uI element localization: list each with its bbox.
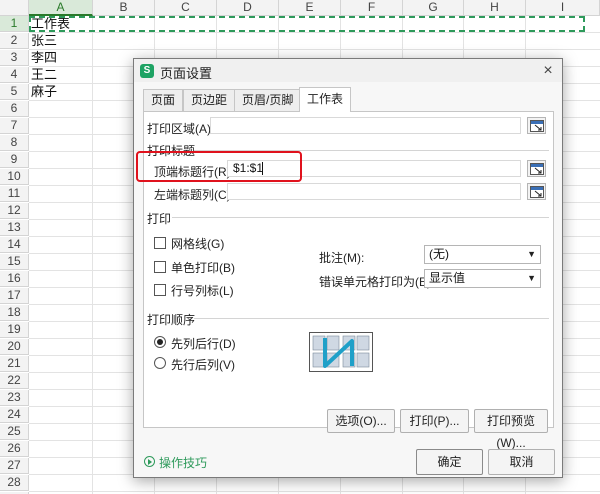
print-area-label: 打印区域(A): [147,122,215,136]
column-header-d[interactable]: D [217,0,279,16]
dialog-titlebar[interactable]: S 页面设置 × [134,59,562,82]
column-header-i[interactable]: I [526,0,600,16]
tab-header-footer[interactable]: 页眉/页脚 [234,89,302,111]
row-header-16[interactable]: 16 [0,271,29,287]
cell-errors-value: 显示值 [429,271,466,285]
title-rows-highlight [136,151,302,182]
gridlines-checkbox[interactable] [154,237,166,249]
top-rows-range-picker[interactable] [527,160,546,177]
print-area-range-picker[interactable] [527,117,546,134]
row-header-20[interactable]: 20 [0,339,29,355]
ok-button[interactable]: 确定 [416,449,483,475]
cell-a5[interactable]: 麻子 [31,84,57,100]
row-gridline [29,32,600,33]
dropdown-arrow-icon: ▼ [527,273,536,283]
range-picker-icon [530,120,544,132]
column-header-e[interactable]: E [279,0,341,16]
page-setup-dialog: S 页面设置 × 页面 页边距 页眉/页脚 工作表 打印区域(A): 打印标题 … [133,58,563,478]
play-circle-icon[interactable] [144,456,155,467]
column-header-b[interactable]: B [93,0,155,16]
left-cols-field[interactable] [227,183,521,200]
row-header-27[interactable]: 27 [0,458,29,474]
row-gridline [29,49,600,50]
cell-errors-label: 错误单元格打印为(E): [319,275,435,289]
comments-label: 批注(M): [319,251,365,265]
row-header-9[interactable]: 9 [0,152,29,168]
row-header-26[interactable]: 26 [0,441,29,457]
row-col-headings-checkbox[interactable] [154,284,166,296]
sheet-app-icon: S [140,64,154,78]
row-header-8[interactable]: 8 [0,135,29,151]
comments-select[interactable]: (无) ▼ [424,245,541,264]
mono-print-checkbox[interactable] [154,261,166,273]
print-area-field[interactable] [210,117,521,134]
cell-a2[interactable]: 张三 [31,33,57,49]
row-header-6[interactable]: 6 [0,101,29,117]
tab-sheet[interactable]: 工作表 [299,87,352,112]
column-header-h[interactable]: H [464,0,526,16]
range-picker-icon [530,186,544,198]
row-header-21[interactable]: 21 [0,356,29,372]
cell-a4[interactable]: 王二 [31,67,57,83]
row-header-17[interactable]: 17 [0,288,29,304]
gridlines-label[interactable]: 网格线(G) [171,235,224,252]
row-header-18[interactable]: 18 [0,305,29,321]
left-cols-range-picker[interactable] [527,183,546,200]
cell-errors-select[interactable]: 显示值 ▼ [424,269,541,288]
close-icon[interactable]: × [538,61,558,80]
mono-print-label[interactable]: 单色打印(B) [171,259,235,276]
print-preview-button[interactable]: 打印预览(W)... [474,409,548,450]
over-then-down-radio[interactable] [154,357,166,369]
tab-page[interactable]: 页面 [143,89,184,111]
row-header-23[interactable]: 23 [0,390,29,406]
column-gridline [92,16,93,494]
row-header-28[interactable]: 28 [0,475,29,491]
row-header-10[interactable]: 10 [0,169,29,185]
column-header-a[interactable]: A [29,0,93,16]
down-then-over-label[interactable]: 先列后行(D) [171,335,236,352]
page-order-illustration [309,332,373,372]
column-header-g[interactable]: G [403,0,464,16]
row-header-7[interactable]: 7 [0,118,29,134]
print-divider [172,217,549,218]
row-header-4[interactable]: 4 [0,67,29,83]
row-header-14[interactable]: 14 [0,237,29,253]
row-header-3[interactable]: 3 [0,50,29,66]
page-order-section: 打印顺序 [147,313,196,327]
dialog-title: 页面设置 [160,66,213,81]
row-header-2[interactable]: 2 [0,33,29,49]
row-header-13[interactable]: 13 [0,220,29,236]
row-header-19[interactable]: 19 [0,322,29,338]
row-col-headings-label[interactable]: 行号列标(L) [171,282,234,299]
select-all-corner[interactable] [0,0,29,16]
column-header-f[interactable]: F [341,0,403,16]
dropdown-arrow-icon: ▼ [527,249,536,259]
row-header-22[interactable]: 22 [0,373,29,389]
left-cols-label: 左端标题列(C): [154,188,234,202]
page-order-divider [194,318,549,319]
print-title-marquee [29,16,585,32]
down-then-over-radio[interactable] [154,336,166,348]
row-header-11[interactable]: 11 [0,186,29,202]
cell-a3[interactable]: 李四 [31,50,57,66]
row-header-15[interactable]: 15 [0,254,29,270]
row-header-24[interactable]: 24 [0,407,29,423]
row-header-5[interactable]: 5 [0,84,29,100]
cancel-button[interactable]: 取消 [488,449,555,475]
row-gridline [29,491,600,492]
range-picker-icon [530,163,544,175]
column-header-c[interactable]: C [155,0,217,16]
print-button[interactable]: 打印(P)... [400,409,469,433]
row-header-1[interactable]: 1 [0,16,29,32]
options-button[interactable]: 选项(O)... [327,409,395,433]
comments-value: (无) [429,247,449,261]
tips-link[interactable]: 操作技巧 [159,454,207,471]
print-section: 打印 [147,212,172,226]
row-header-25[interactable]: 25 [0,424,29,440]
over-then-down-label[interactable]: 先行后列(V) [171,356,235,373]
tab-margins[interactable]: 页边距 [183,89,236,111]
row-header-12[interactable]: 12 [0,203,29,219]
